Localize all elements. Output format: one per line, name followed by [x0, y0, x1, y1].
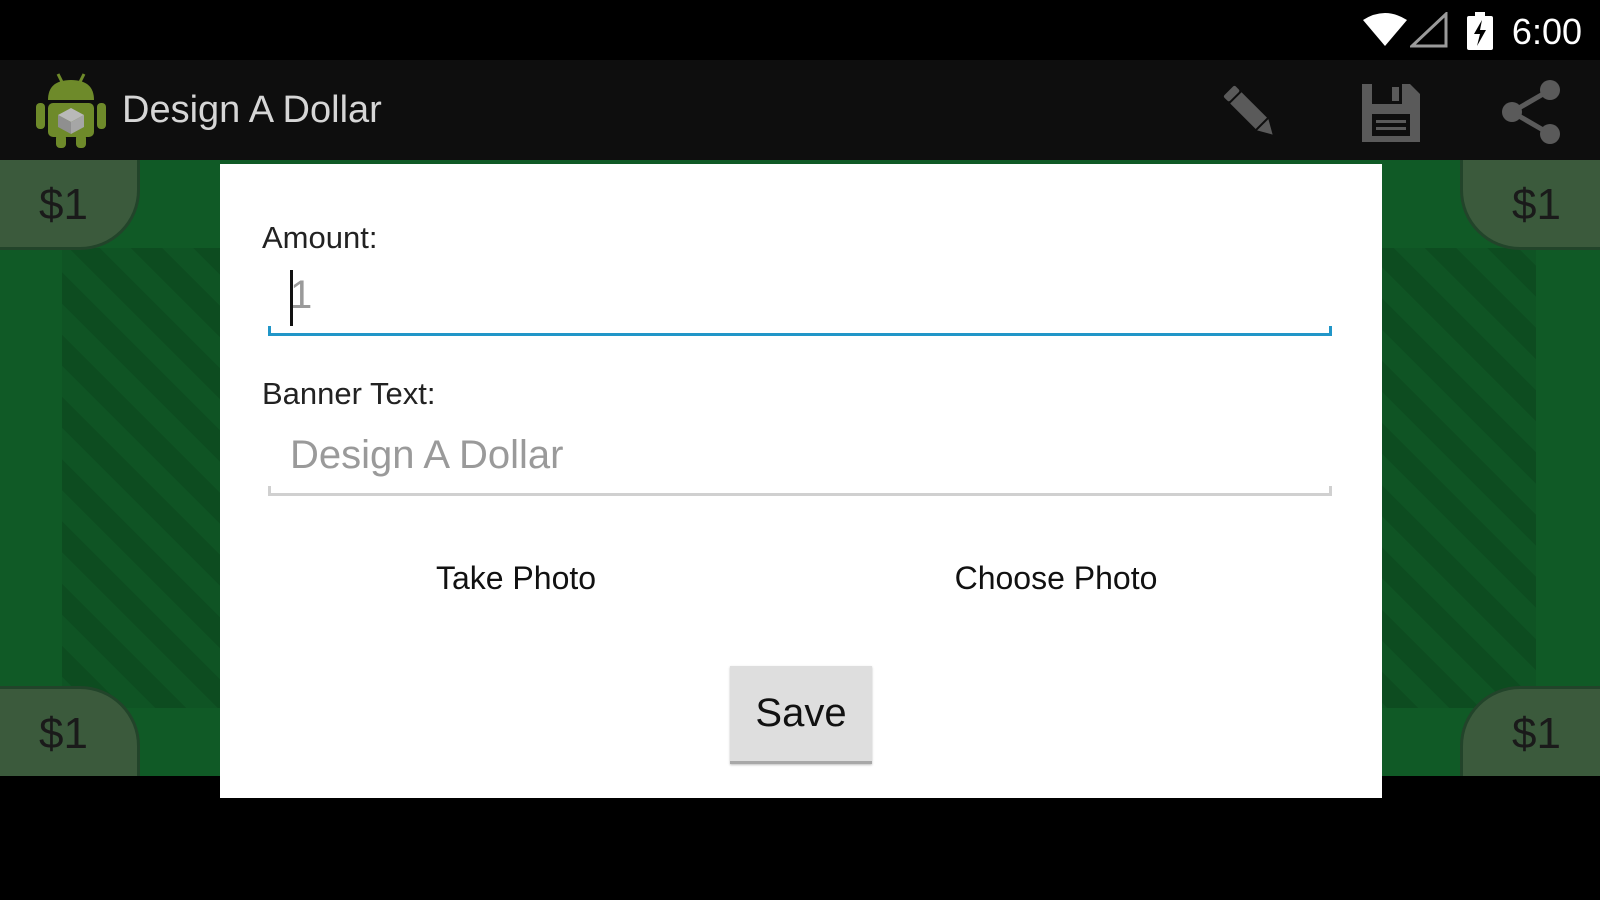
- amount-field-container: [268, 260, 1332, 336]
- android-robot-icon[interactable]: [34, 70, 108, 150]
- bill-stripe-right: [1356, 248, 1536, 708]
- clock: 6:00: [1511, 11, 1582, 52]
- status-bar: 6:00: [0, 0, 1600, 60]
- battery-charging-icon: [1466, 12, 1494, 55]
- app-title: Design A Dollar: [122, 89, 382, 131]
- banner-text-field-container: [268, 420, 1332, 496]
- amount-label: Amount:: [262, 220, 378, 255]
- choose-photo-button[interactable]: Choose Photo: [914, 548, 1198, 608]
- amount-underline: [268, 326, 1332, 336]
- banner-text-underline: [268, 486, 1332, 496]
- design-dialog: Amount: Banner Text: Take Photo Choose P…: [220, 164, 1382, 798]
- action-bar: Design A Dollar: [0, 60, 1600, 160]
- bill-stripe-left: [62, 248, 242, 708]
- cell-signal-icon: [1408, 10, 1448, 53]
- text-cursor: [290, 270, 293, 326]
- banner-text-input[interactable]: [268, 420, 1332, 490]
- corner-label-bottom-right: $1: [1460, 686, 1600, 776]
- corner-label-bottom-left: $1: [0, 686, 140, 776]
- screen: 6:00 Design A Dollar $1 $1 $1 $1 Amount:…: [0, 0, 1600, 900]
- take-photo-button[interactable]: Take Photo: [396, 548, 636, 608]
- pencil-icon[interactable]: [1214, 76, 1286, 148]
- share-icon[interactable]: [1496, 76, 1568, 148]
- save-button[interactable]: Save: [730, 666, 872, 764]
- banner-text-label: Banner Text:: [262, 376, 436, 411]
- wifi-icon: [1362, 12, 1408, 53]
- floppy-disk-icon[interactable]: [1354, 76, 1426, 148]
- amount-input[interactable]: [268, 260, 1332, 330]
